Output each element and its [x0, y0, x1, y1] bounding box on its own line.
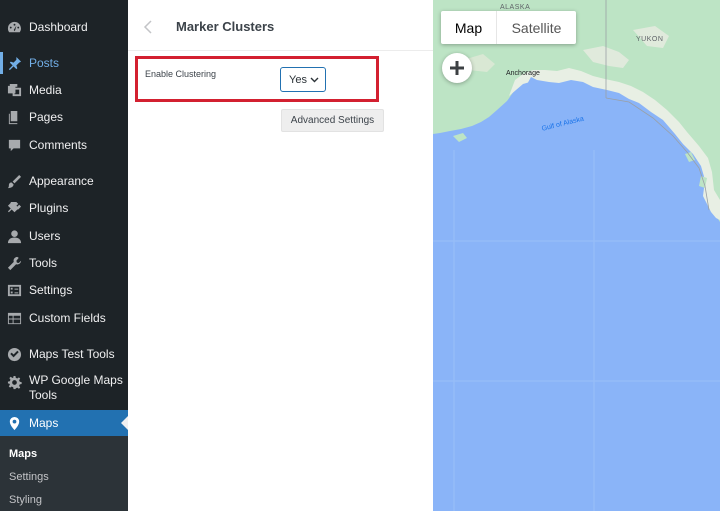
sidebar-item-wp-google-maps-tools[interactable]: WP Google Maps Tools	[0, 373, 128, 405]
settings-sliders-icon	[6, 282, 22, 298]
panel-title: Marker Clusters	[176, 19, 275, 34]
admin-sidebar: Dashboard Posts Media Pages Comments App…	[0, 0, 128, 511]
sidebar-item-maps[interactable]: Maps	[0, 410, 128, 436]
google-map[interactable]: ALASKA YUKON Anchorage Gulf of Alaska Ma…	[433, 0, 720, 511]
submenu-item-styling[interactable]: Styling	[9, 494, 42, 506]
submenu-item-maps[interactable]: Maps	[9, 448, 37, 460]
check-circle-icon	[6, 346, 22, 362]
sidebar-item-label: WP Google Maps Tools	[29, 373, 123, 402]
gear-icon	[6, 374, 22, 390]
sidebar-item-settings[interactable]: Settings	[0, 282, 128, 298]
sidebar-item-custom-fields[interactable]: Custom Fields	[0, 310, 128, 326]
plugin-icon	[6, 200, 22, 216]
sidebar-item-label: Posts	[29, 55, 60, 70]
user-icon	[6, 228, 22, 244]
map-pin-icon	[6, 415, 22, 431]
sidebar-item-label: Maps Test Tools	[29, 346, 115, 361]
sidebar-item-label: Maps	[29, 415, 59, 430]
sidebar-item-plugins[interactable]: Plugins	[0, 200, 128, 216]
table-icon	[6, 310, 22, 326]
sidebar-item-label: Tools	[29, 255, 58, 270]
sidebar-item-pages[interactable]: Pages	[0, 109, 128, 125]
sidebar-item-posts[interactable]: Posts	[0, 55, 128, 71]
pages-icon	[6, 109, 22, 125]
highlight-box	[135, 56, 379, 102]
sidebar-item-label: Plugins	[29, 200, 69, 215]
sidebar-item-comments[interactable]: Comments	[0, 137, 128, 153]
sidebar-item-label: Dashboard	[29, 19, 88, 34]
sidebar-item-label: Custom Fields	[29, 310, 106, 325]
sidebar-item-users[interactable]: Users	[0, 228, 128, 244]
submenu-item-settings[interactable]: Settings	[9, 471, 49, 483]
maps-submenu: Maps Settings Styling	[0, 436, 128, 511]
map-type-control: Map Satellite	[441, 11, 576, 44]
sidebar-item-label: Pages	[29, 109, 64, 124]
plus-icon	[450, 61, 464, 75]
sidebar-item-media[interactable]: Media	[0, 82, 128, 98]
zoom-in-button[interactable]	[442, 53, 472, 83]
comment-icon	[6, 137, 22, 153]
sidebar-item-label: Media	[29, 82, 62, 97]
back-chevron-icon[interactable]	[140, 17, 156, 37]
panel-header: Marker Clusters	[128, 0, 433, 51]
sidebar-item-tools[interactable]: Tools	[0, 255, 128, 271]
sidebar-item-dashboard[interactable]: Dashboard	[0, 19, 128, 35]
pushpin-icon	[6, 55, 22, 71]
active-menu-arrow	[121, 416, 128, 430]
sidebar-item-label: Settings	[29, 282, 73, 297]
media-icon	[6, 82, 22, 98]
wrench-icon	[6, 255, 22, 271]
island	[453, 133, 467, 142]
sidebar-item-maps-test-tools[interactable]: Maps Test Tools	[0, 346, 128, 362]
map-type-map-button[interactable]: Map	[441, 11, 497, 44]
paintbrush-icon	[6, 173, 22, 189]
sidebar-item-label: Appearance	[29, 173, 94, 188]
dashboard-icon	[6, 19, 22, 35]
sidebar-item-appearance[interactable]: Appearance	[0, 173, 128, 189]
sidebar-item-label: Comments	[29, 137, 88, 152]
advanced-settings-button[interactable]: Advanced Settings	[281, 109, 384, 132]
map-canvas[interactable]	[433, 0, 720, 511]
sidebar-item-label: Users	[29, 228, 61, 243]
map-type-satellite-button[interactable]: Satellite	[497, 11, 576, 44]
